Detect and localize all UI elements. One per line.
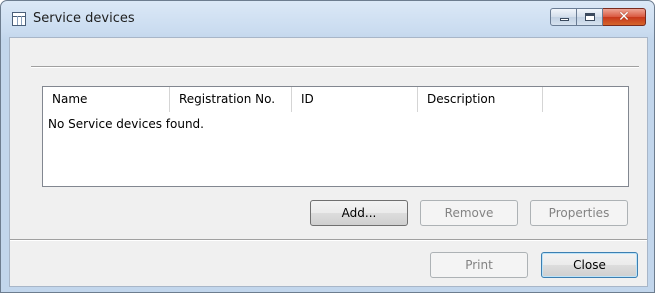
maximize-button[interactable]	[577, 8, 603, 26]
title-bar[interactable]: Service devices ✕	[1, 1, 654, 37]
window-controls: ✕	[550, 8, 646, 27]
print-button[interactable]: Print	[430, 252, 528, 278]
service-devices-list[interactable]: Name Registration No. ID Description No …	[42, 86, 629, 187]
dialog-client-area: Name Registration No. ID Description No …	[9, 37, 648, 287]
close-button[interactable]: Close	[541, 252, 638, 278]
empty-list-message: No Service devices found.	[48, 117, 204, 131]
close-icon: ✕	[618, 9, 630, 25]
window-title: Service devices	[33, 11, 135, 26]
remove-button[interactable]: Remove	[420, 200, 518, 226]
window-close-button[interactable]: ✕	[603, 8, 646, 26]
properties-button[interactable]: Properties	[530, 200, 628, 226]
add-button[interactable]: Add...	[310, 200, 408, 226]
service-devices-window: Service devices ✕ Name Registration No. …	[0, 0, 655, 293]
column-header-filler	[543, 87, 628, 112]
bottom-separator	[10, 239, 647, 241]
maximize-icon	[585, 13, 595, 21]
column-header-description[interactable]: Description	[418, 87, 543, 112]
column-header-name[interactable]: Name	[43, 87, 170, 112]
top-separator	[31, 66, 639, 68]
window-app-icon	[12, 12, 26, 26]
column-header-registration-no[interactable]: Registration No.	[170, 87, 292, 112]
list-header: Name Registration No. ID Description	[43, 87, 628, 112]
minimize-icon	[560, 18, 569, 21]
column-header-id[interactable]: ID	[292, 87, 418, 112]
minimize-button[interactable]	[550, 8, 577, 26]
